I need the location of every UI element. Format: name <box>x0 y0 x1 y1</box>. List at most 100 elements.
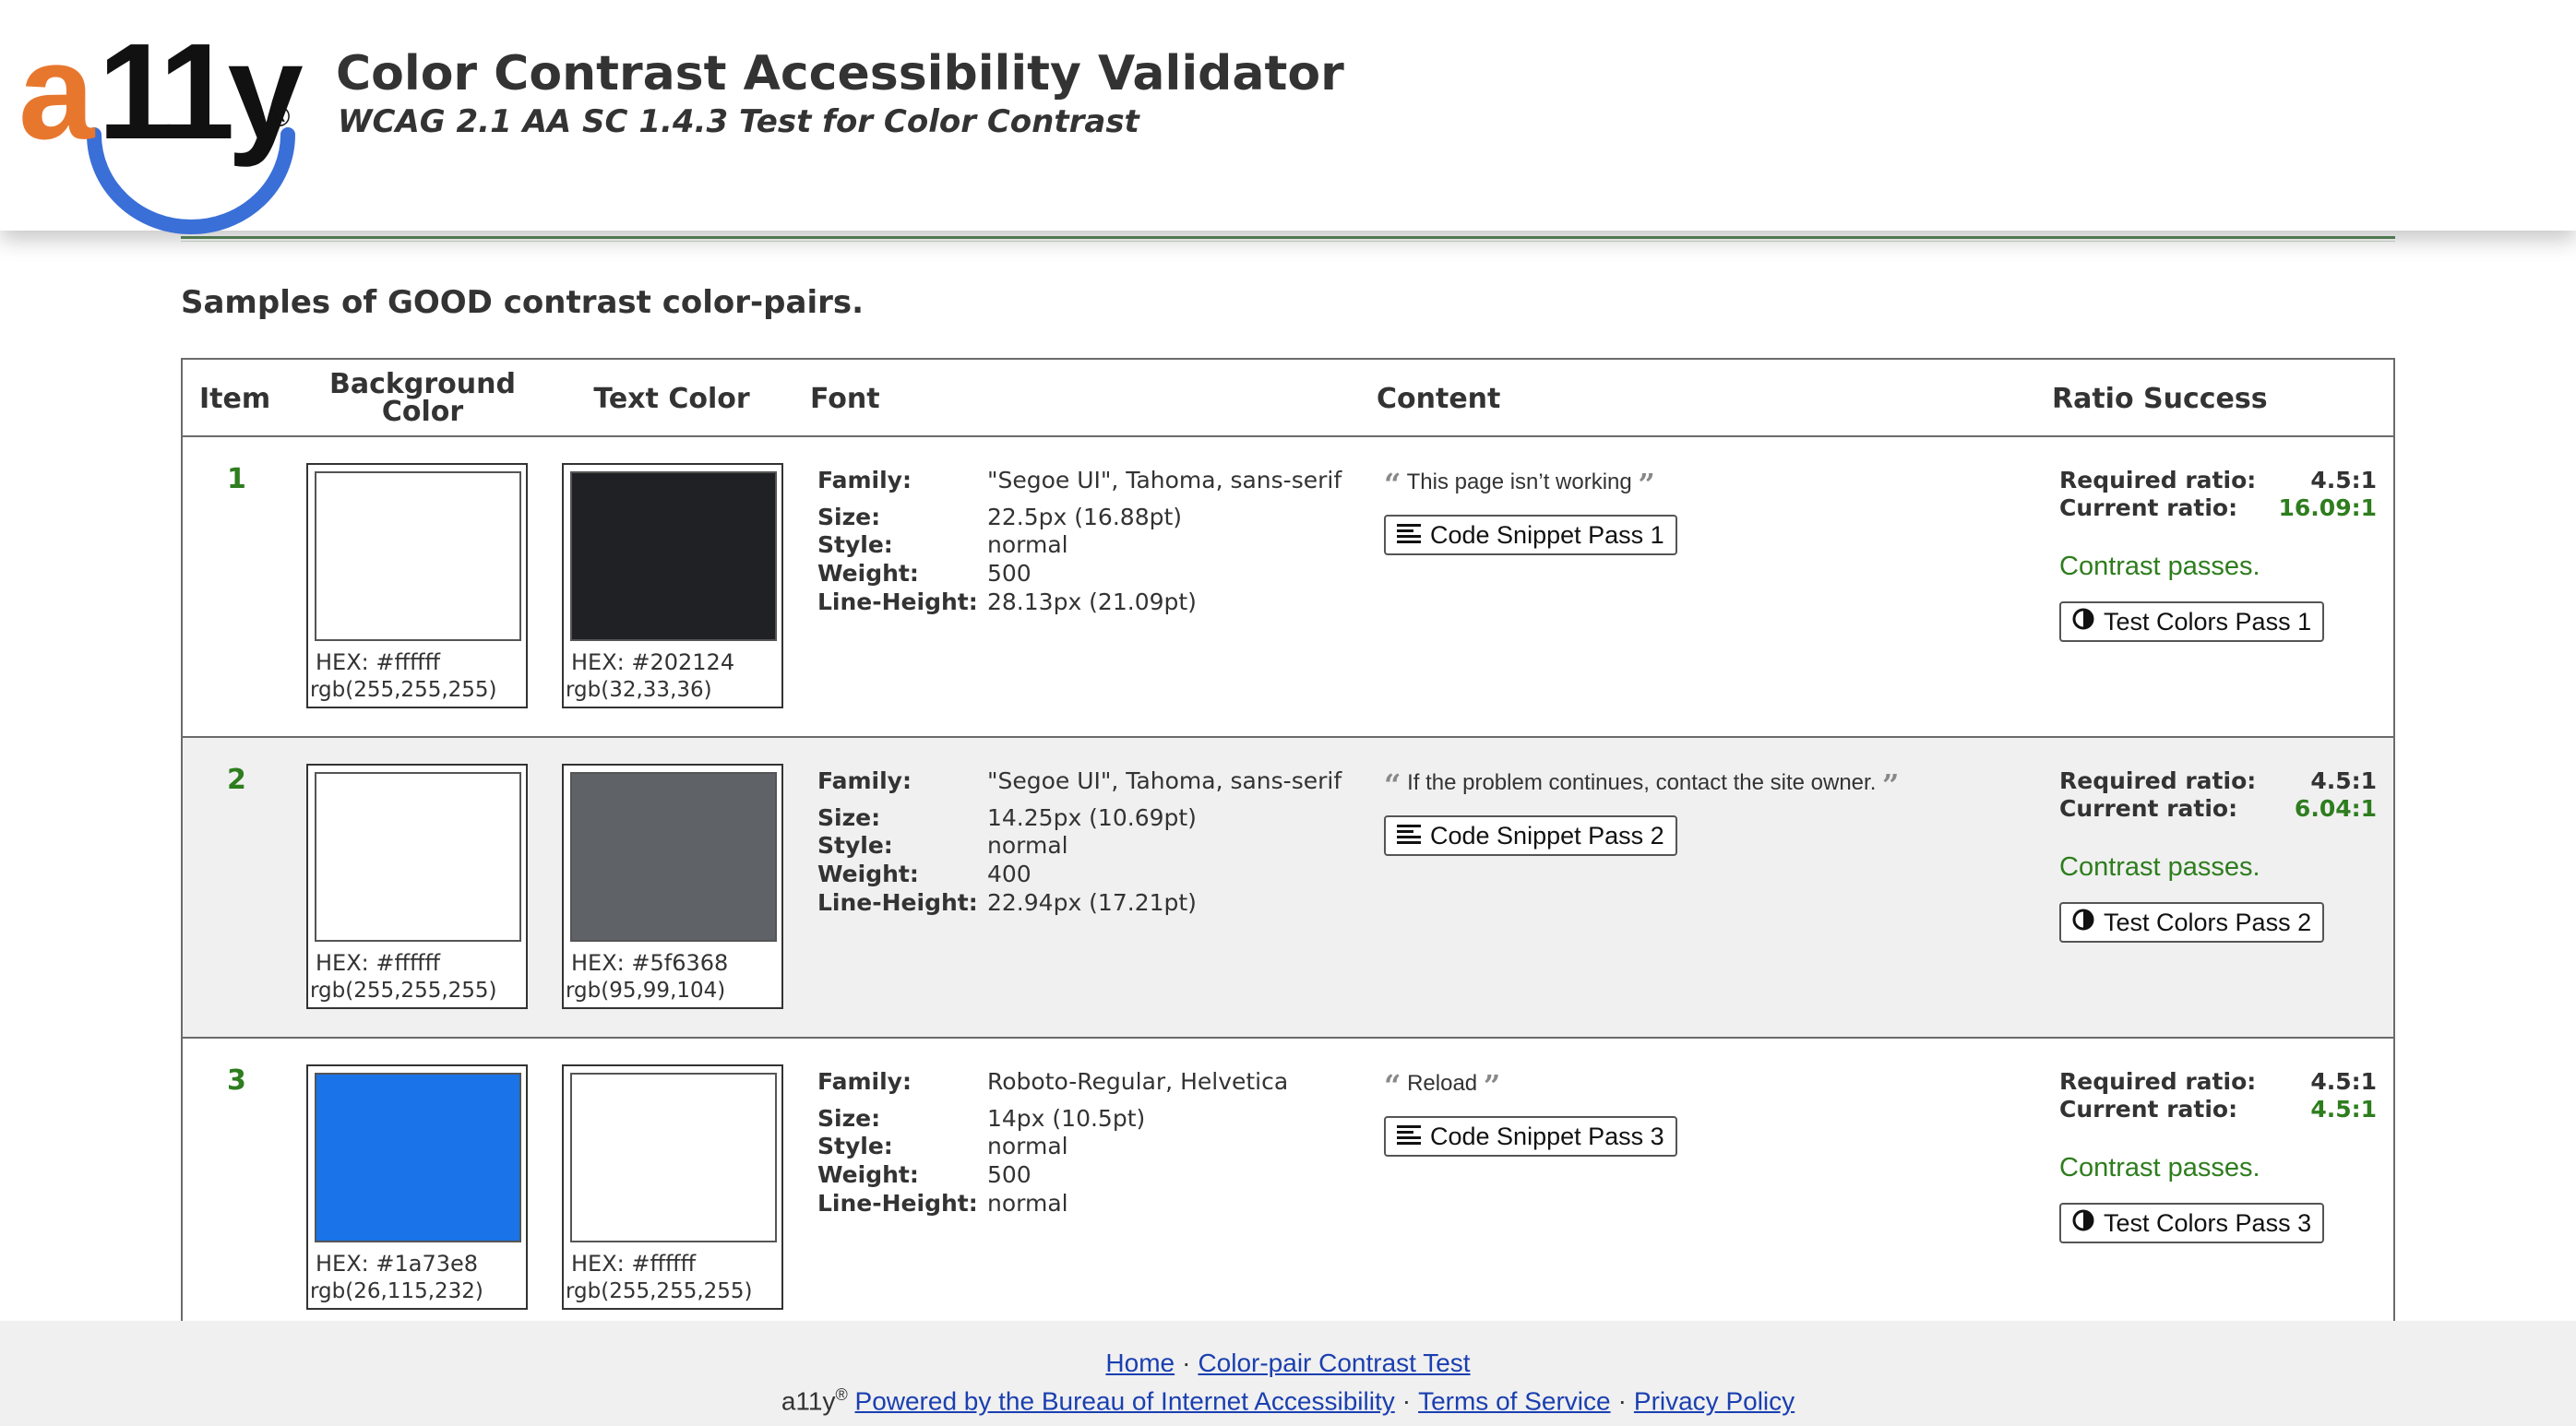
table-row: 2 HEX: #ffffff rgb(255,255,255) HEX: #5f636… <box>183 738 2393 1039</box>
font-family-label: Family: <box>817 767 912 794</box>
required-ratio-label: Required ratio: <box>2059 1068 2257 1095</box>
content-sample: “ Reload ” <box>1384 1068 1500 1103</box>
footer-nav: Home · Color-pair Contrast Test <box>0 1349 2576 1378</box>
contrast-test-link[interactable]: Color-pair Contrast Test <box>1198 1349 1470 1377</box>
footer-brand-reg: ® <box>835 1385 848 1404</box>
table-row: 1 HEX: #ffffff rgb(255,255,255) HEX: #20212… <box>183 437 2393 738</box>
current-ratio-value: 16.09:1 <box>2278 494 2377 521</box>
font-weight-label: Weight: <box>817 560 919 587</box>
table-header: Item Background Color Text Color Font Co… <box>183 360 2393 437</box>
font-size-value: 14.25px (10.69pt) <box>987 804 1197 831</box>
table-row: 3 HEX: #1a73e8 rgb(26,115,232) HEX: #ffffff… <box>183 1039 2393 1339</box>
background-hex: HEX: #ffffff <box>316 950 441 976</box>
powered-by-link[interactable]: Powered by the Bureau of Internet Access… <box>855 1386 1395 1415</box>
content-sample: “ If the problem continues, contact the … <box>1384 767 1899 802</box>
text-color-hex: HEX: #ffffff <box>571 1251 697 1277</box>
align-left-icon <box>1397 822 1421 850</box>
page-title: Color Contrast Accessibility Validator <box>336 46 1344 101</box>
required-ratio-value: 4.5:1 <box>2310 1068 2377 1095</box>
test-colors-label: Test Colors Pass 2 <box>2104 908 2312 936</box>
privacy-link[interactable]: Privacy Policy <box>1634 1386 1795 1415</box>
content-text: This page isn’t working <box>1406 469 1632 494</box>
font-family-label: Family: <box>817 467 912 493</box>
footer-separator: · <box>1182 1349 1191 1377</box>
font-line-height-value: 28.13px (21.09pt) <box>987 588 1197 615</box>
align-left-icon <box>1397 521 1421 550</box>
current-ratio-value: 4.5:1 <box>2310 1096 2377 1123</box>
required-ratio: Required ratio: 4.5:1 <box>2059 1068 2377 1095</box>
item-number: 1 <box>227 463 246 495</box>
font-line-height-value: 22.94px (17.21pt) <box>987 889 1197 916</box>
home-link[interactable]: Home <box>1105 1349 1175 1377</box>
content-sample: “ This page isn’t working ” <box>1384 467 1655 502</box>
test-colors-button[interactable]: Test Colors Pass 2 <box>2059 902 2325 943</box>
quote-open-icon: “ <box>1384 767 1401 802</box>
font-family-value: Roboto-Regular, Helvetica <box>987 1068 1289 1095</box>
code-snippet-button[interactable]: Code Snippet Pass 2 <box>1384 815 1677 856</box>
a11y-logo[interactable]: a 11y ® <box>18 16 304 234</box>
contrast-icon <box>2072 608 2094 636</box>
font-style-value: normal <box>987 832 1068 859</box>
code-snippet-button[interactable]: Code Snippet Pass 1 <box>1384 515 1677 555</box>
terms-link[interactable]: Terms of Service <box>1418 1386 1611 1415</box>
background-color-sample: HEX: #ffffff rgb(255,255,255) <box>306 463 528 708</box>
font-family-value: "Segoe UI", Tahoma, sans-serif <box>987 467 1342 493</box>
footer-separator: · <box>1617 1386 1627 1416</box>
contrast-result: Contrast passes. <box>2059 852 2260 882</box>
content-text: Reload <box>1407 1071 1478 1096</box>
font-size-label: Size: <box>817 804 881 831</box>
test-colors-label: Test Colors Pass 1 <box>2104 607 2312 636</box>
test-colors-button[interactable]: Test Colors Pass 3 <box>2059 1203 2325 1243</box>
test-colors-button[interactable]: Test Colors Pass 1 <box>2059 601 2325 642</box>
required-ratio-value: 4.5:1 <box>2310 767 2377 794</box>
col-header-background-line2: Color <box>381 396 464 428</box>
section-title: Samples of GOOD contrast color-pairs. <box>181 284 865 321</box>
code-snippet-label: Code Snippet Pass 1 <box>1430 520 1664 549</box>
font-style-label: Style: <box>817 1133 893 1159</box>
logo-letters-11y: 11y <box>98 16 304 168</box>
col-header-background: Background Color <box>312 371 533 426</box>
content-text: If the problem continues, contact the si… <box>1407 770 1877 795</box>
logo-letter-a: a <box>18 16 94 168</box>
site-footer: Home · Color-pair Contrast Test a11y® Powe… <box>0 1321 2576 1426</box>
contrast-result: Contrast passes. <box>2059 552 2260 581</box>
font-family-label: Family: <box>817 1068 912 1095</box>
background-color-sample: HEX: #ffffff rgb(255,255,255) <box>306 764 528 1009</box>
font-weight-value: 500 <box>987 560 1032 587</box>
current-ratio-label: Current ratio: <box>2059 795 2238 822</box>
item-number: 3 <box>227 1064 246 1097</box>
font-style-label: Style: <box>817 531 893 558</box>
required-ratio: Required ratio: 4.5:1 <box>2059 767 2377 794</box>
divider <box>181 236 2395 242</box>
font-line-height-label: Line-Height: <box>817 588 978 615</box>
current-ratio: Current ratio: 16.09:1 <box>2059 494 2377 521</box>
align-left-icon <box>1397 1123 1421 1151</box>
background-rgb: rgb(26,115,232) <box>310 1279 483 1303</box>
col-header-content: Content <box>1377 383 1501 415</box>
col-header-ratio: Ratio Success <box>2052 383 2268 415</box>
font-size-value: 22.5px (16.88pt) <box>987 504 1183 530</box>
text-color-sample: HEX: #202124 rgb(32,33,36) <box>562 463 783 708</box>
text-color-sample: HEX: #ffffff rgb(255,255,255) <box>562 1064 783 1310</box>
footer-brand: a11y <box>781 1386 836 1416</box>
background-swatch <box>315 1073 521 1242</box>
required-ratio-label: Required ratio: <box>2059 467 2257 493</box>
contrast-result: Contrast passes. <box>2059 1153 2260 1182</box>
footer-legal: a11y® Powered by the Bureau of Internet … <box>0 1385 2576 1416</box>
text-color-sample: HEX: #5f6368 rgb(95,99,104) <box>562 764 783 1009</box>
background-swatch <box>315 471 521 641</box>
background-hex: HEX: #ffffff <box>316 649 441 675</box>
text-color-hex: HEX: #5f6368 <box>571 950 729 976</box>
background-rgb: rgb(255,255,255) <box>310 678 497 702</box>
font-family-value: "Segoe UI", Tahoma, sans-serif <box>987 767 1342 794</box>
font-line-height-label: Line-Height: <box>817 889 978 916</box>
background-color-sample: HEX: #1a73e8 rgb(26,115,232) <box>306 1064 528 1310</box>
code-snippet-button[interactable]: Code Snippet Pass 3 <box>1384 1116 1677 1157</box>
contrast-icon <box>2072 909 2094 937</box>
current-ratio-value: 6.04:1 <box>2294 795 2377 822</box>
text-color-swatch <box>570 772 777 942</box>
site-header: a 11y ® Color Contrast Accessibility Val… <box>0 0 2576 234</box>
required-ratio-value: 4.5:1 <box>2310 467 2377 493</box>
required-ratio-label: Required ratio: <box>2059 767 2257 794</box>
current-ratio-label: Current ratio: <box>2059 1096 2238 1123</box>
